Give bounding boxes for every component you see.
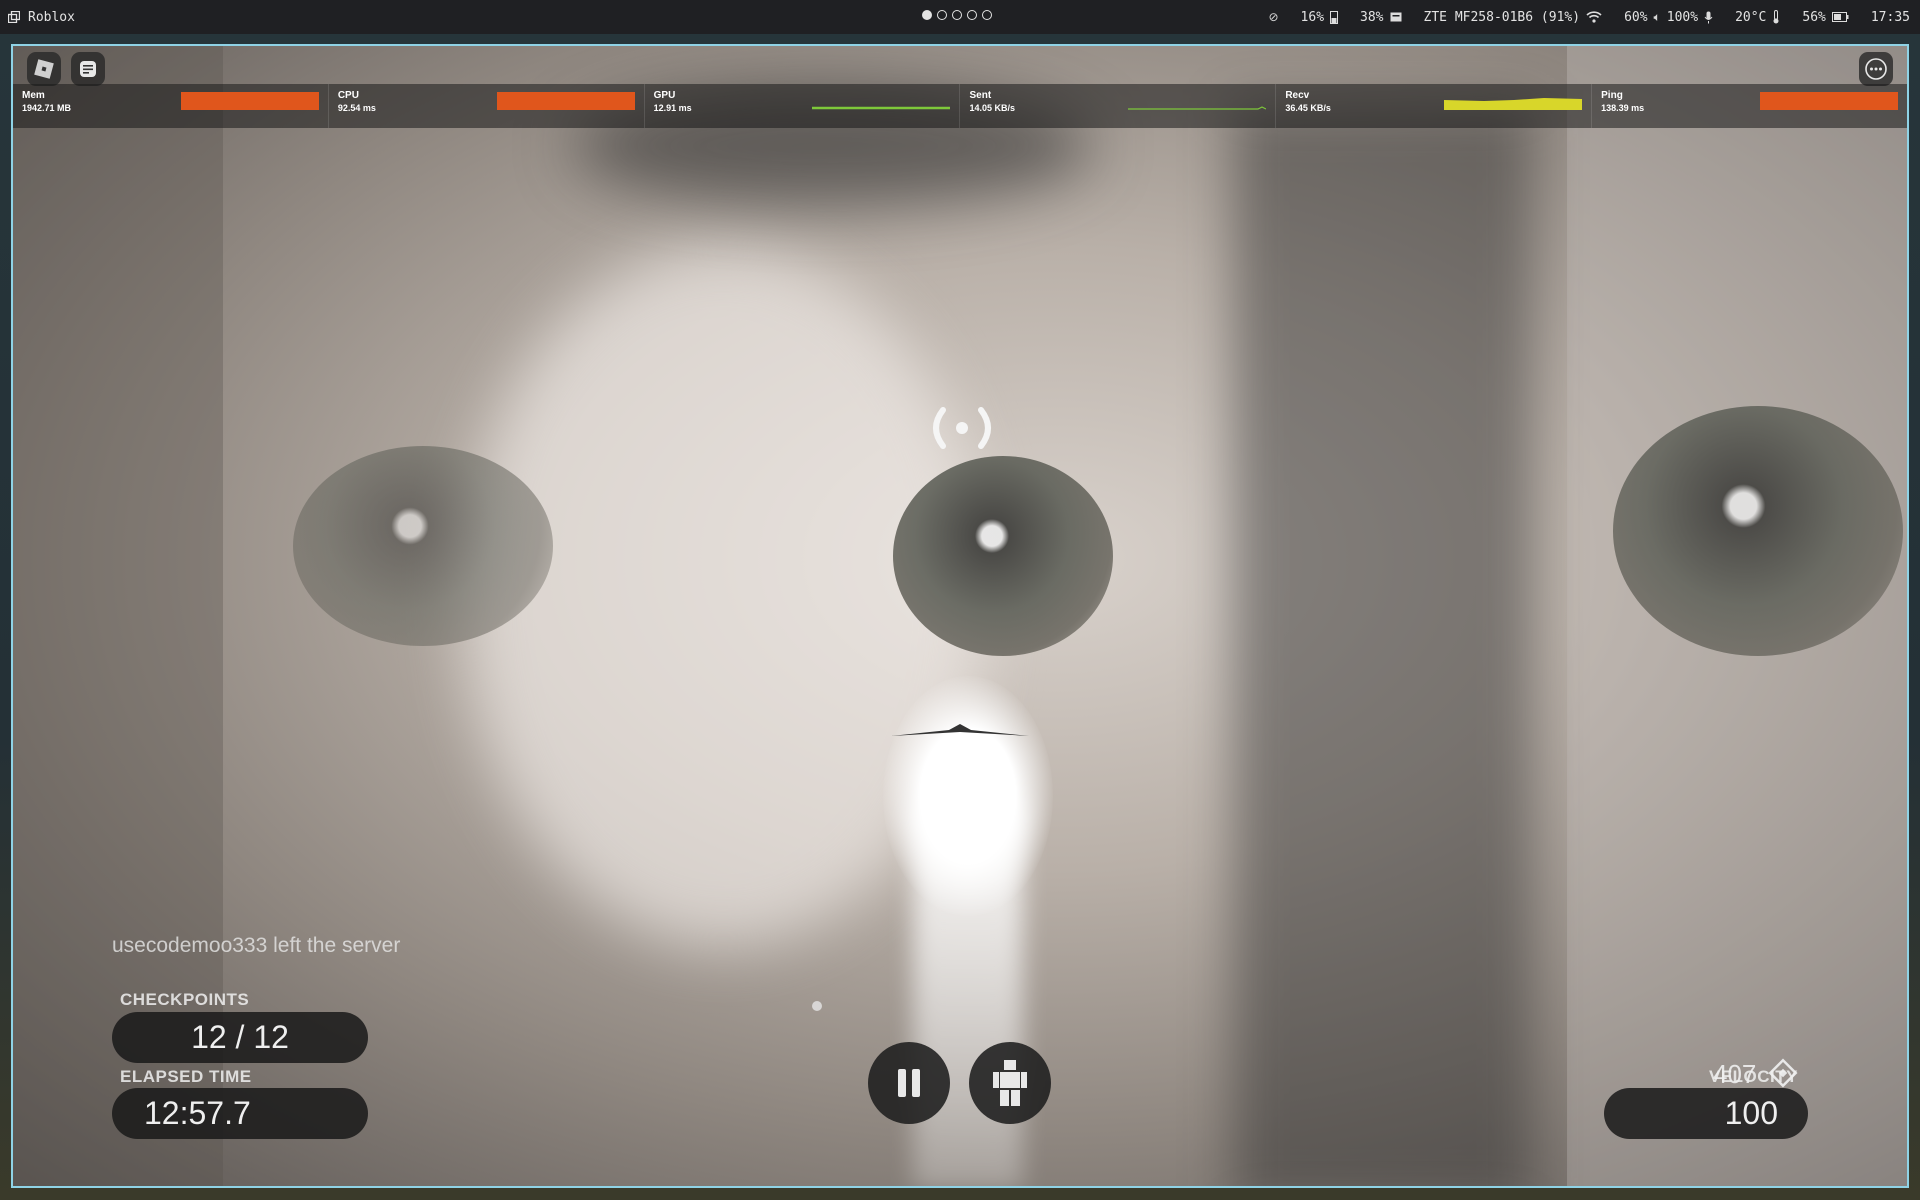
memory-icon (1390, 12, 1402, 22)
workspace-dot-5[interactable] (982, 10, 992, 20)
scene-light-orb (883, 676, 1053, 916)
stat-graph (1759, 92, 1898, 110)
network-name[interactable]: ZTE MF258-01B6 (91%) (1424, 10, 1581, 25)
status-tray: ⊘ 16% 38% ZTE MF258-01B6 (91%) 60% 🔈︎ 10… (1268, 0, 1910, 34)
elapsed-time-label: ELAPSED TIME (120, 1067, 252, 1086)
battery-icon[interactable] (1831, 12, 1849, 22)
player-marker (891, 724, 1029, 736)
stat-value: 14.05 KB/s (969, 103, 1016, 113)
chat-button[interactable] (71, 52, 105, 86)
avatar-icon (993, 1060, 1027, 1106)
wifi-icon[interactable] (1586, 11, 1602, 23)
scene-eye-center (893, 456, 1113, 656)
checkpoints-counter: 12 / 12 (112, 1012, 368, 1063)
stat-value: 12.91 ms (653, 103, 692, 113)
scene-shadow (1233, 106, 1533, 1186)
stat-value: 138.39 ms (1601, 103, 1645, 113)
volume-level[interactable]: 100% (1667, 10, 1698, 25)
stat-value: 92.54 ms (337, 103, 376, 113)
chat-icon (80, 61, 96, 77)
stat-name: GPU (653, 90, 676, 101)
checkpoints-value: 12 / 12 (191, 1019, 289, 1055)
signal-icon (933, 407, 991, 449)
stat-mem[interactable]: Mem 1942.71 MB (13, 84, 329, 128)
stat-value: 36.45 KB/s (1285, 103, 1331, 113)
battery-level: 56% (1802, 9, 1826, 25)
stat-name: Ping (1601, 90, 1623, 101)
workspace-dot-1[interactable] (922, 10, 932, 20)
stat-graph (1128, 106, 1267, 110)
window-icon (8, 11, 20, 23)
elapsed-time-value: 12:57.7 (144, 1095, 251, 1131)
more-options-icon (1865, 58, 1887, 80)
checkpoints-label: CHECKPOINTS (120, 990, 250, 1009)
workspace-indicator (922, 10, 992, 20)
performance-stats-bar: Mem 1942.71 MB CPU 92.54 ms GPU 12.91 ms… (13, 84, 1907, 128)
pause-button[interactable] (868, 1042, 950, 1124)
stat-graph (1444, 98, 1583, 110)
active-window-title: Roblox (28, 9, 75, 25)
stat-sent[interactable]: Sent 14.05 KB/s (960, 84, 1277, 128)
stat-gpu[interactable]: GPU 12.91 ms (645, 84, 961, 128)
memory-usage: 38% (1360, 9, 1384, 25)
more-options-button[interactable] (1859, 52, 1893, 86)
stat-recv[interactable]: Recv 36.45 KB/s (1276, 84, 1593, 128)
velocity-value: 100 (1724, 1095, 1778, 1131)
cpu-gauge-icon (1330, 10, 1339, 24)
stat-name: Recv (1285, 90, 1310, 101)
workspace-dot-4[interactable] (967, 10, 977, 20)
active-window-title-area[interactable]: Roblox (8, 0, 75, 34)
workspace-dot-3[interactable] (952, 10, 962, 20)
waypoint-dot (812, 1001, 822, 1011)
velocity-label: VELOCITY (1709, 1067, 1799, 1086)
system-top-bar: Roblox ⊘ 16% 38% ZTE MF258-01B6 (91%) 60… (0, 0, 1920, 34)
speaker-icon[interactable]: 🔈︎ (1654, 10, 1661, 25)
stat-graph (812, 106, 951, 110)
stat-name: Sent (969, 90, 992, 101)
stat-graph (180, 92, 319, 110)
stat-ping[interactable]: Ping 138.39 ms (1592, 84, 1907, 128)
roblox-logo-icon (34, 59, 54, 79)
workspace-dot-2[interactable] (937, 10, 947, 20)
stat-name: CPU (337, 90, 359, 101)
elapsed-time-display: 12:57.7 (112, 1088, 368, 1139)
brightness-level: 60% (1624, 9, 1648, 25)
microphone-icon[interactable] (1704, 11, 1713, 24)
velocity-display: 100 (1604, 1088, 1808, 1139)
stat-cpu[interactable]: CPU 92.54 ms (329, 84, 645, 128)
character-button[interactable] (969, 1042, 1051, 1124)
eye-off-icon[interactable]: ⊘ (1268, 10, 1278, 24)
clock[interactable]: 17:35 (1871, 10, 1910, 25)
roblox-game-window[interactable]: Mem 1942.71 MB CPU 92.54 ms GPU 12.91 ms… (11, 44, 1909, 1188)
chat-system-message: usecodemoo333 left the server (112, 934, 401, 957)
stat-value: 1942.71 MB (22, 103, 72, 113)
scene-eye-left (293, 446, 553, 646)
thermometer-icon (1773, 10, 1779, 24)
temperature: 20°C (1735, 9, 1767, 25)
cpu-usage: 16% (1300, 9, 1325, 25)
stat-graph (496, 92, 635, 110)
stat-name: Mem (22, 90, 45, 101)
scene-eye-right (1613, 406, 1903, 656)
pause-icon (898, 1069, 920, 1097)
roblox-menu-button[interactable] (27, 52, 61, 86)
